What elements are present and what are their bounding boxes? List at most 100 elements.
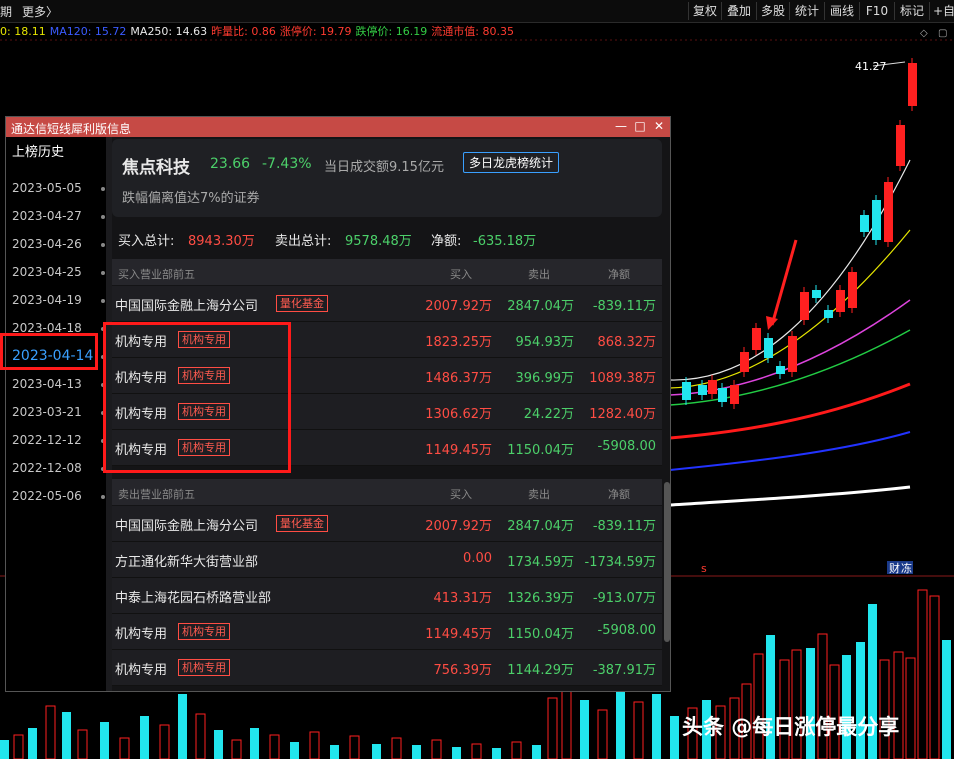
history-date[interactable]: 2023-04-19: [12, 293, 82, 307]
table-row[interactable]: 中国国际金融上海分公司 量化基金 2007.92万 2847.04万 -839.11万: [112, 286, 662, 322]
candle-body: [788, 336, 797, 372]
timeline-dot: [101, 215, 105, 219]
sell-total-label: 卖出总计:: [275, 234, 332, 249]
history-date[interactable]: 2022-05-06: [12, 489, 82, 503]
event-marker-s[interactable]: s: [701, 562, 707, 575]
ma-indicator: 0: 18.11: [0, 25, 46, 38]
sell-amount: 1144.29万: [507, 663, 574, 678]
history-date[interactable]: 2023-03-21: [12, 405, 82, 419]
popup-scrollbar[interactable]: [664, 482, 670, 642]
statistics-button[interactable]: 统计: [789, 2, 824, 20]
finance-marker[interactable]: 财: [889, 561, 900, 575]
header-sell: 卖出: [528, 488, 550, 501]
table-row[interactable]: 机构专用 机构专用 1149.45万 1150.04万 -5908.00: [112, 614, 662, 650]
timeline-dot: [101, 187, 105, 191]
multi-stock-button[interactable]: 多股: [756, 2, 789, 20]
mark-button[interactable]: 标记: [894, 2, 929, 20]
volume-bar: [391, 737, 402, 759]
history-date[interactable]: 2023-04-27: [12, 209, 82, 223]
ma-indicator: MA120: 15.72: [49, 25, 127, 38]
history-date[interactable]: 2023-04-25: [12, 265, 82, 279]
net-amount: 1089.38万: [589, 371, 656, 386]
period-label[interactable]: 期: [0, 3, 12, 20]
branch-tag: 量化基金: [276, 515, 328, 532]
header-sell: 卖出: [528, 268, 550, 281]
sell-amount: 1326.39万: [507, 591, 574, 606]
listing-reason: 跌幅偏离值达7%的证券: [122, 191, 260, 206]
selected-date-highlight: [0, 333, 98, 370]
close-button[interactable]: ✕: [652, 119, 666, 133]
buy-amount: 0.00: [463, 551, 492, 566]
volume-bar: [0, 740, 9, 759]
buy-amount: 756.39万: [433, 663, 493, 678]
history-date[interactable]: 2023-04-26: [12, 237, 82, 251]
volume-bar: [471, 743, 482, 759]
net-amount: 1282.40万: [589, 407, 656, 422]
popup-title: 通达信短线犀利版信息: [11, 122, 132, 136]
stock-info-card: 焦点科技 23.66 -7.43% 当日成交额9.15亿元 多日龙虎榜统计 跌幅…: [112, 139, 662, 217]
table-row[interactable]: 中泰上海花园石桥路营业部 413.31万 1326.39万 -913.07万: [112, 578, 662, 614]
header-branch: 买入营业部前五: [118, 268, 195, 281]
volume-bar: [492, 748, 501, 759]
red-arrow-shaft: [770, 239, 798, 326]
volume-bar: [879, 659, 890, 759]
freeze-marker[interactable]: 冻: [901, 561, 912, 575]
volume-bar: [929, 595, 940, 759]
sell-amount: 954.93万: [515, 335, 575, 350]
candle-body: [776, 366, 785, 374]
draw-line-button[interactable]: 画线: [824, 2, 859, 20]
candle-body: [860, 215, 869, 232]
ma120-line: [669, 431, 911, 471]
candle-body: [824, 310, 833, 318]
branch-name: 方正通化新华大街营业部: [115, 555, 259, 570]
sell-amount: 1734.59万: [507, 555, 574, 570]
header-net: 净额: [608, 268, 630, 281]
max-price-label: 41.27: [855, 60, 887, 73]
history-title: 上榜历史: [12, 145, 65, 160]
history-date[interactable]: 2023-04-13: [12, 377, 82, 391]
volume-bar: [178, 694, 187, 759]
f10-button[interactable]: F10: [859, 2, 894, 20]
net-total-label: 净额:: [431, 234, 462, 249]
history-date[interactable]: 2022-12-08: [12, 461, 82, 475]
popup-titlebar[interactable]: 通达信短线犀利版信息 — □ ✕: [6, 117, 670, 137]
ma-indicator: 涨停价: 19.79: [279, 25, 352, 38]
net-amount: -5908.00: [597, 623, 656, 638]
add-favorite-button[interactable]: +自选: [929, 2, 954, 20]
net-total-value: -635.18万: [473, 234, 537, 249]
restore-right-button[interactable]: 复权: [688, 2, 721, 20]
candle-body: [908, 63, 917, 106]
sell-amount: 2847.04万: [507, 299, 574, 314]
buy-total-value: 8943.30万: [188, 234, 255, 249]
maximize-button[interactable]: □: [633, 119, 647, 133]
volume-bar: [140, 716, 149, 759]
table-row[interactable]: 机构专用 机构专用 756.39万 1144.29万 -387.91万: [112, 650, 662, 686]
volume-bar: [670, 716, 679, 759]
branch-tag: 机构专用: [178, 623, 230, 640]
volume-bar: [893, 651, 904, 759]
multi-day-stats-button[interactable]: 多日龙虎榜统计: [463, 152, 560, 173]
branch-name: 中国国际金融上海分公司: [115, 519, 259, 534]
candle-body: [800, 292, 809, 320]
net-amount: -1734.59万: [584, 555, 656, 570]
candle-body: [682, 382, 691, 400]
more-button[interactable]: 更多〉: [22, 3, 58, 20]
buy-amount: 1149.45万: [425, 627, 492, 642]
volume-bar: [269, 734, 280, 759]
table-row[interactable]: 中国国际金融上海分公司 量化基金 2007.92万 2847.04万 -839.11万: [112, 506, 662, 542]
volume-bar: [856, 642, 865, 759]
history-date[interactable]: 2023-05-05: [12, 181, 82, 195]
ma-indicator-row: 0: 18.11 MA120: 15.72 MA250: 14.63 昨量比: 0.8…: [0, 23, 954, 39]
volume-bar: [842, 655, 851, 759]
candle-body: [836, 290, 845, 312]
table-row[interactable]: 方正通化新华大街营业部 0.00 1734.59万 -1734.59万: [112, 542, 662, 578]
sell-amount: 1150.04万: [507, 443, 574, 458]
volume-bar: [330, 745, 339, 759]
red-arrow-head: [766, 316, 778, 330]
volume-bar: [633, 701, 644, 759]
minimize-button[interactable]: —: [614, 119, 628, 133]
overlay-button[interactable]: 叠加: [721, 2, 756, 20]
branch-name: 中国国际金融上海分公司: [115, 299, 259, 314]
history-date[interactable]: 2022-12-12: [12, 433, 82, 447]
timeline-dot: [101, 299, 105, 303]
